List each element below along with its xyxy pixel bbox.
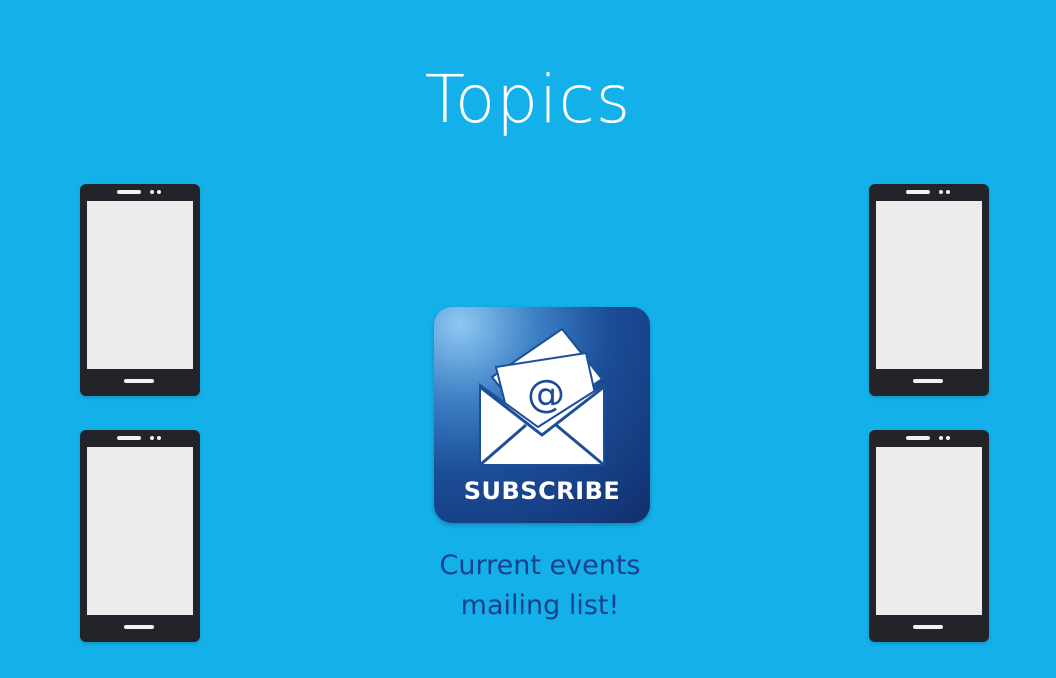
phone-home-button [124, 625, 154, 629]
slide-title: Topics [424, 61, 632, 138]
phone-home-button [913, 379, 943, 383]
phone-icon [869, 184, 989, 396]
phone-home-button [124, 379, 154, 383]
caption-line-1: Current events [439, 550, 641, 581]
phone-screen [87, 201, 193, 369]
phone-home-button [913, 625, 943, 629]
phone-icon [869, 430, 989, 642]
at-symbol: @ [527, 372, 565, 416]
phone-screen [876, 201, 982, 369]
subscribe-badge: @ SUBSCRIBE [434, 307, 650, 523]
subscribe-label: SUBSCRIBE [463, 477, 621, 505]
caption: Current events mailing list! [340, 546, 740, 626]
phone-screen [876, 447, 982, 615]
phone-icon [80, 184, 200, 396]
phone-icon [80, 430, 200, 642]
caption-line-2: mailing list! [460, 590, 620, 621]
phone-screen [87, 447, 193, 615]
